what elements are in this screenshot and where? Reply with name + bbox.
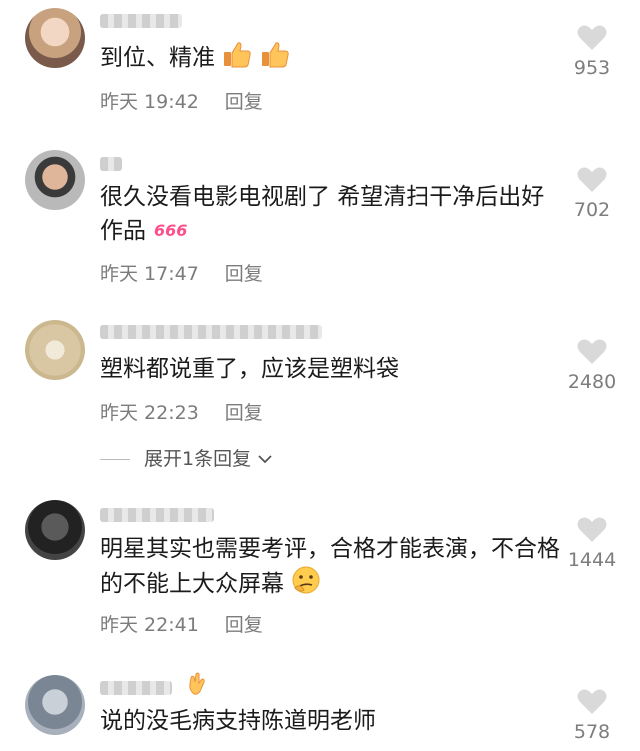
chevron-down-icon bbox=[258, 455, 272, 464]
like-button[interactable]: 953 bbox=[562, 24, 622, 79]
expand-replies-label: 展开1条回复 bbox=[144, 448, 252, 470]
like-count: 578 bbox=[573, 721, 611, 743]
ok-hand-icon bbox=[188, 672, 206, 700]
like-button[interactable]: 1444 bbox=[562, 516, 622, 571]
comment-time: 昨天 22:41 bbox=[100, 614, 199, 636]
comment-text: 塑料都说重了，应该是塑料袋 bbox=[100, 352, 560, 386]
comment-meta: 昨天 22:23 回复 bbox=[100, 398, 263, 425]
like-count: 702 bbox=[573, 199, 611, 221]
username[interactable] bbox=[100, 157, 122, 171]
comment-meta: 昨天 19:42 回复 bbox=[100, 87, 263, 114]
reply-button[interactable]: 回复 bbox=[225, 263, 263, 285]
comment-text-content: 说的没毛病支持陈道明老师 bbox=[100, 708, 376, 734]
avatar[interactable] bbox=[25, 150, 85, 210]
avatar[interactable] bbox=[25, 675, 85, 735]
like-button[interactable]: 578 bbox=[562, 688, 622, 743]
comment-time: 昨天 19:42 bbox=[100, 91, 199, 113]
avatar[interactable] bbox=[25, 320, 85, 380]
heart-icon bbox=[577, 689, 607, 714]
comment-text-content: 明星其实也需要考评，合格才能表演，不合格的不能上大众屏幕 bbox=[100, 536, 560, 597]
heart-icon bbox=[577, 25, 607, 50]
thinking-face-icon bbox=[291, 566, 321, 604]
666-icon: 666 bbox=[153, 217, 189, 251]
reply-button[interactable]: 回复 bbox=[225, 614, 263, 636]
comment-text: 很久没看电影电视剧了 希望清扫干净后出好作品 666 bbox=[100, 180, 560, 251]
comment-text: 到位、精准 bbox=[100, 40, 560, 78]
username[interactable] bbox=[100, 14, 182, 28]
thumbs-up-icon bbox=[222, 40, 252, 78]
heart-icon bbox=[577, 339, 607, 364]
heart-icon bbox=[577, 167, 607, 192]
comment-time: 昨天 22:23 bbox=[100, 402, 199, 424]
like-count: 2480 bbox=[567, 371, 617, 393]
thumbs-up-icon bbox=[260, 40, 290, 78]
comment-text-content: 塑料都说重了，应该是塑料袋 bbox=[100, 356, 399, 382]
comment-meta: 昨天 22:41 回复 bbox=[100, 610, 263, 637]
like-count: 953 bbox=[573, 57, 611, 79]
reply-button[interactable]: 回复 bbox=[225, 402, 263, 424]
reply-button[interactable]: 回复 bbox=[225, 91, 263, 113]
like-count: 1444 bbox=[567, 549, 617, 571]
like-button[interactable]: 702 bbox=[562, 166, 622, 221]
comment-text-content: 到位、精准 bbox=[100, 45, 215, 71]
heart-icon bbox=[577, 517, 607, 542]
username[interactable] bbox=[100, 681, 172, 695]
avatar[interactable] bbox=[25, 8, 85, 68]
comment-time: 昨天 17:47 bbox=[100, 263, 199, 285]
username[interactable] bbox=[100, 508, 214, 522]
expand-replies-button[interactable]: 展开1条回复 bbox=[100, 444, 273, 471]
username[interactable] bbox=[100, 325, 322, 339]
svg-text:666: 666 bbox=[154, 221, 187, 240]
like-button[interactable]: 2480 bbox=[562, 338, 622, 393]
comment-meta: 昨天 17:47 回复 bbox=[100, 259, 263, 286]
divider bbox=[100, 459, 130, 460]
comment-text: 明星其实也需要考评，合格才能表演，不合格的不能上大众屏幕 bbox=[100, 532, 560, 604]
comment-text: 说的没毛病支持陈道明老师 bbox=[100, 704, 560, 738]
avatar[interactable] bbox=[25, 500, 85, 560]
